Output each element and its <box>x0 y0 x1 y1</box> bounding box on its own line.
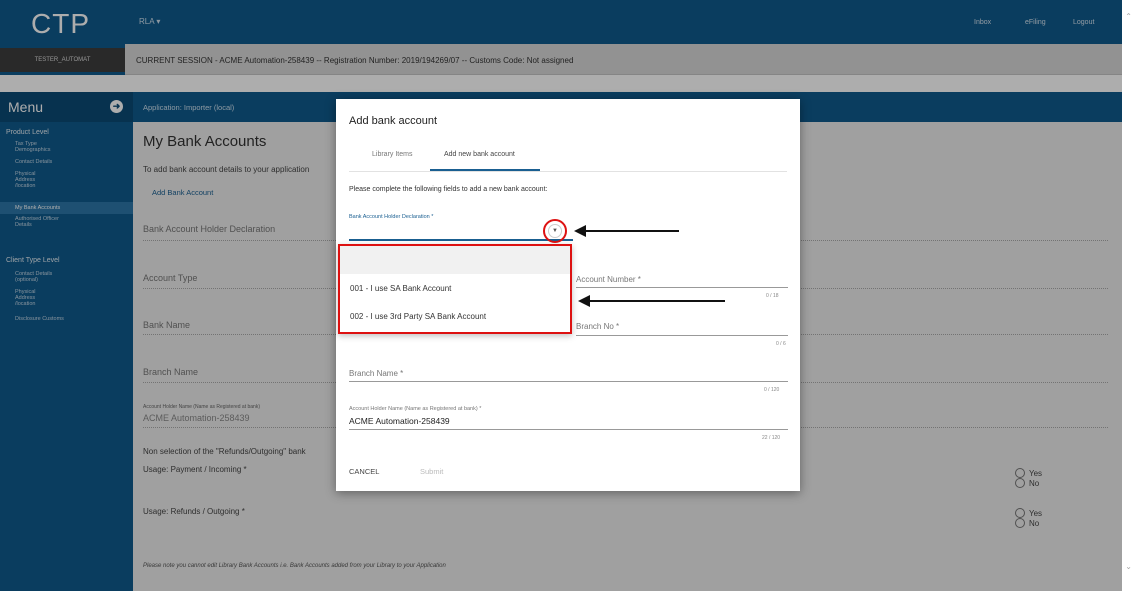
submit-button[interactable]: Submit <box>420 467 443 476</box>
account-number-label: Account Number * <box>576 275 641 284</box>
tab-divider <box>349 171 787 172</box>
tab-add-new-bank-account[interactable]: Add new bank account <box>444 151 515 158</box>
branch-no-input[interactable] <box>576 335 788 336</box>
declaration-select[interactable] <box>349 239 573 241</box>
declaration-dropdown-list: 001 - I use SA Bank Account 002 - I use … <box>338 244 572 334</box>
holder-name-input-value[interactable]: ACME Automation-258439 <box>349 416 450 426</box>
annotation-arrow-head <box>578 295 590 307</box>
scroll-up-icon[interactable]: ⌃ <box>1125 12 1132 21</box>
branch-no-label: Branch No * <box>576 322 620 331</box>
tab-library-items[interactable]: Library Items <box>372 151 412 158</box>
declaration-label: Bank Account Holder Declaration * <box>349 214 434 220</box>
holder-name-input[interactable] <box>349 429 788 430</box>
modal-instruction: Please complete the following fields to … <box>349 186 548 193</box>
annotation-arrow-line <box>584 230 679 232</box>
modal-title: Add bank account <box>349 115 438 127</box>
branch-name-input[interactable] <box>349 381 788 382</box>
scroll-down-icon[interactable]: ⌄ <box>1125 562 1132 571</box>
branch-no-counter: 0 / 6 <box>776 341 786 347</box>
dropdown-option-002[interactable]: 002 - I use 3rd Party SA Bank Account <box>350 312 486 321</box>
annotation-arrow-line <box>588 300 725 302</box>
account-number-input[interactable] <box>576 287 788 288</box>
dropdown-option-001[interactable]: 001 - I use SA Bank Account <box>350 284 451 293</box>
branch-name-counter: 0 / 120 <box>764 387 780 393</box>
holder-name-counter: 22 / 120 <box>762 435 781 441</box>
account-number-counter: 0 / 18 <box>766 293 779 299</box>
holder-name-label: Account Holder Name (Name as Registered … <box>349 406 482 412</box>
annotation-arrow-head <box>574 225 586 237</box>
annotation-circle <box>543 219 567 243</box>
dropdown-option-empty[interactable] <box>340 246 570 274</box>
cancel-button[interactable]: CANCEL <box>349 467 379 476</box>
branch-name-label: Branch Name * <box>349 369 404 378</box>
active-tab-indicator <box>430 169 540 171</box>
